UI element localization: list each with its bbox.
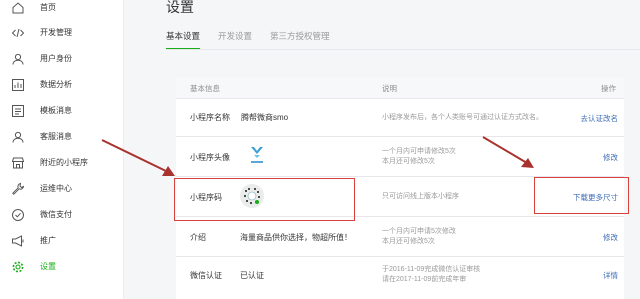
highlight-box-qrcode: [174, 178, 355, 221]
sidebar-item-home[interactable]: 首页: [0, 0, 124, 19]
header-action: 操作: [601, 84, 616, 93]
sidebar-item-nearby-miniprogram[interactable]: 附近的小程序: [0, 152, 124, 174]
row-desc: 请在2017-11-09前完成年审: [382, 276, 467, 283]
row-value: 海量商品供你选择，物超所值！: [240, 233, 352, 242]
table-row-name: 小程序名称 腾帮微商smo 小程序发布后，各个人类账号可通过认证方式改名。 去认…: [176, 99, 624, 137]
modify-avatar-link[interactable]: 修改: [603, 152, 618, 163]
sidebar-item-customer-service[interactable]: 客服消息: [0, 126, 124, 148]
row-label: 小程序名称: [190, 113, 230, 122]
row-label: 微信认证: [190, 271, 222, 280]
sidebar-item-wechat-pay[interactable]: 微信支付: [0, 204, 124, 226]
home-icon: [10, 0, 26, 16]
sidebar-item-label: 开发管理: [40, 28, 72, 37]
header-info: 基本信息: [190, 84, 220, 93]
sidebar-item-settings[interactable]: 设置: [0, 256, 124, 278]
row-desc: 一个月内可申请修改5次: [382, 148, 456, 155]
sidebar-item-template-message[interactable]: 模板消息: [0, 100, 124, 122]
sidebar-item-label: 微信支付: [40, 210, 72, 219]
row-desc: 本月还可修改5次: [382, 158, 435, 165]
tab-bar: 基本设置 开发设置 第三方授权管理: [166, 24, 348, 50]
sidebar-item-label: 客服消息: [40, 132, 72, 141]
sidebar-item-data-analysis[interactable]: 数据分析: [0, 74, 124, 96]
sidebar-item-label: 设置: [40, 262, 56, 271]
user-icon: [10, 51, 26, 67]
sidebar-item-promotion[interactable]: 推广: [0, 230, 124, 252]
table-row-intro: 介绍 海量商品供你选择，物超所值！ 一个月内可申请5次修改 本月还可修改5次 修…: [176, 217, 624, 257]
sidebar-item-label: 用户身份: [40, 54, 72, 63]
sidebar-item-label: 首页: [40, 3, 56, 12]
highlight-box-download: [534, 177, 629, 214]
table-row-avatar: 小程序头像 一个月内可申请修改5次 本月还可修改5次 修改: [176, 137, 624, 177]
modify-intro-link[interactable]: 修改: [603, 232, 618, 243]
sidebar-item-dev-management[interactable]: 开发管理: [0, 22, 124, 44]
sidebar-item-label: 数据分析: [40, 80, 72, 89]
sidebar-item-user-identity[interactable]: 用户身份: [0, 48, 124, 70]
wrench-icon: [10, 181, 26, 197]
tab-dev-settings[interactable]: 开发设置: [218, 24, 252, 50]
sidebar-item-label: 模板消息: [40, 106, 72, 115]
arrow-head-qrcode: [162, 166, 175, 176]
chart-icon: [10, 77, 26, 93]
row-value: 腾帮微商smo: [241, 113, 289, 122]
certify-rename-link[interactable]: 去认证改名: [581, 113, 619, 124]
row-desc: 一个月内可申请5次修改: [382, 228, 456, 235]
header-desc: 说明: [382, 84, 397, 93]
tabs-divider: [166, 49, 640, 50]
gear-icon: [10, 259, 26, 275]
code-icon: [10, 25, 26, 41]
sidebar-item-label: 运维中心: [40, 184, 72, 193]
sidebar-item-label: 附近的小程序: [40, 158, 88, 167]
template-icon: [10, 103, 26, 119]
row-label: 介绍: [190, 233, 206, 242]
row-desc: 本月还可修改5次: [382, 238, 435, 245]
row-value: 已认证: [240, 271, 264, 280]
sidebar-item-label: 推广: [40, 236, 56, 245]
row-label: 小程序头像: [190, 153, 230, 162]
sidebar: 首页 开发管理 用户身份 数据分析 模板消息 客服消息 附近的小程序 运维中心 …: [0, 0, 124, 299]
page-title: 设置: [166, 0, 194, 15]
row-desc: 于2016-11-09完成微信认证审核: [382, 266, 481, 273]
certification-details-link[interactable]: 详情: [603, 270, 618, 281]
customer-service-icon: [10, 129, 26, 145]
table-row-certification: 微信认证 已认证 于2016-11-09完成微信认证审核 请在2017-11-0…: [176, 257, 624, 299]
tab-third-party-auth[interactable]: 第三方授权管理: [270, 24, 330, 50]
megaphone-icon: [10, 233, 26, 249]
miniprogram-avatar: [249, 144, 265, 166]
pay-icon: [10, 207, 26, 223]
store-icon: [10, 155, 26, 171]
row-desc: 小程序发布后，各个人类账号可通过认证方式改名。: [382, 114, 543, 121]
table-header: 基本信息 说明 操作: [176, 77, 624, 99]
row-desc: 只可访问线上版本小程序: [382, 193, 459, 200]
sidebar-item-ops-center[interactable]: 运维中心: [0, 178, 124, 200]
tab-basic-settings[interactable]: 基本设置: [166, 24, 201, 50]
